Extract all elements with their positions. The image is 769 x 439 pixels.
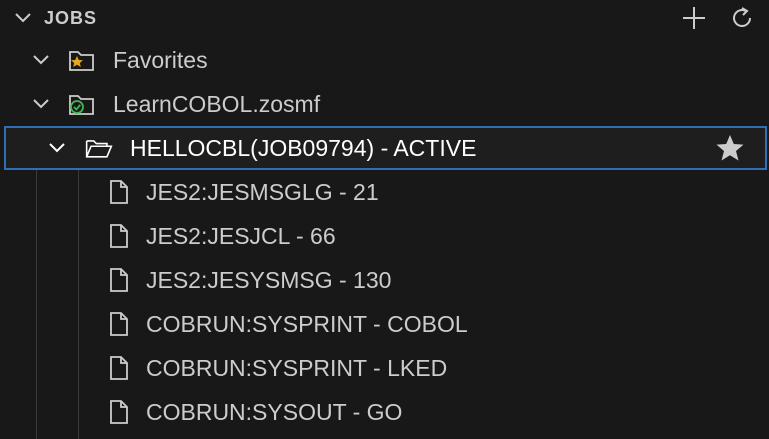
chevron-down-icon[interactable] [12,7,34,29]
jobs-view: JOBS Favorites LearnCOBOL.zosmf HELLOCBL… [0,0,769,439]
file-icon [110,224,128,248]
tree-item-spool-file[interactable]: JES2:JESMSGLG - 21 [0,170,769,214]
chevron-down-icon [33,55,49,65]
section-title: JOBS [44,8,98,28]
chevron-down-icon [33,99,49,109]
tree-item-label: JES2:JESYSMSG - 130 [146,267,392,293]
folder-open-icon [85,140,113,158]
tree-item-favorites[interactable]: Favorites [0,38,769,82]
add-profile-button[interactable] [679,3,709,33]
tree-item-label: COBRUN:SYSPRINT - COBOL [146,311,468,337]
file-icon [110,312,128,336]
tree-item-spool-file[interactable]: JES2:JESJCL - 66 [0,214,769,258]
tree-item-label: LearnCOBOL.zosmf [113,91,321,117]
folder-connected-icon [69,95,94,115]
tree-item-job[interactable]: HELLOCBL(JOB09794) - ACTIVE [4,126,767,170]
chevron-down-icon [49,143,65,153]
tree-item-label: JES2:JESJCL - 66 [146,223,336,249]
folder-star-icon [69,51,94,71]
tree-item-label: Favorites [113,47,208,73]
add-to-favorites-button[interactable] [710,134,750,162]
tree-item-spool-file[interactable]: COBRUN:SYSOUT - GO [0,390,769,434]
tree-item-spool-file[interactable]: COBRUN:SYSPRINT - COBOL [0,302,769,346]
tree-item-label: COBRUN:SYSPRINT - LKED [146,355,448,381]
tree-item-label: JES2:JESMSGLG - 21 [146,179,379,205]
jobs-section-header[interactable]: JOBS [0,0,769,36]
tree-item-spool-file[interactable]: JES2:JESYSMSG - 130 [0,258,769,302]
refresh-icon [733,7,752,27]
tree-item-label: HELLOCBL(JOB09794) - ACTIVE [130,135,477,161]
file-icon [110,268,128,292]
file-icon [110,400,128,424]
star-icon [716,135,744,161]
tree-item-label: COBRUN:SYSOUT - GO [146,399,403,425]
tree-item-profile[interactable]: LearnCOBOL.zosmf [0,82,769,126]
plus-icon [683,7,705,29]
tree-item-spool-file[interactable]: COBRUN:SYSPRINT - LKED [0,346,769,390]
file-icon [110,180,128,204]
refresh-button[interactable] [727,3,757,33]
file-icon [110,356,128,380]
